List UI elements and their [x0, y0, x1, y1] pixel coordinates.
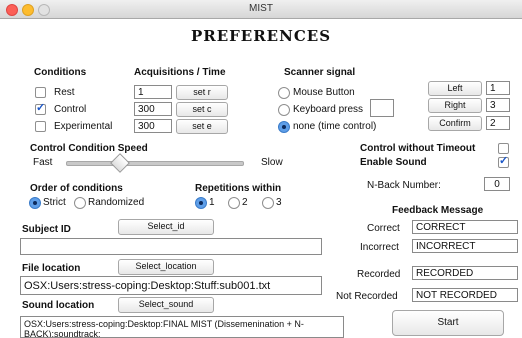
- speed-heading: Control Condition Speed: [30, 143, 148, 154]
- feedback-recorded-label: Recorded: [357, 269, 401, 280]
- none-time-control-radio[interactable]: [278, 121, 290, 133]
- speed-slider-thumb[interactable]: [109, 153, 130, 173]
- control-without-timeout-checkbox[interactable]: [498, 143, 509, 154]
- speed-slow-label: Slow: [261, 157, 283, 168]
- strict-label: Strict: [43, 197, 66, 208]
- repetition-1-label: 1: [209, 197, 215, 208]
- repetition-2-label: 2: [242, 197, 248, 208]
- right-key-field[interactable]: 3: [486, 98, 510, 112]
- randomized-radio[interactable]: [74, 197, 86, 209]
- title-bar: MIST: [0, 0, 522, 19]
- start-button[interactable]: Start: [392, 310, 504, 336]
- feedback-recorded-field[interactable]: RECORDED: [412, 266, 518, 280]
- keyboard-key-field[interactable]: [370, 99, 394, 117]
- keyboard-press-label: Keyboard press: [293, 104, 364, 115]
- control-checkbox[interactable]: [35, 101, 46, 115]
- subject-id-field[interactable]: [20, 238, 322, 255]
- subject-id-label: Subject ID: [22, 224, 71, 235]
- repetition-3-label: 3: [276, 197, 282, 208]
- strict-radio[interactable]: [29, 197, 41, 209]
- speed-slider-track[interactable]: [66, 161, 244, 166]
- select-id-button[interactable]: Select_id: [118, 219, 214, 235]
- conditions-heading: Conditions: [34, 67, 87, 78]
- file-location-label: File location: [22, 263, 81, 274]
- feedback-incorrect-label: Incorrect: [360, 242, 399, 253]
- left-key-button[interactable]: Left: [428, 81, 482, 96]
- page-title: PREFERENCES: [190, 27, 332, 45]
- control-acquisitions-field[interactable]: 300: [134, 102, 172, 116]
- order-heading: Order of conditions: [30, 183, 123, 194]
- acquisitions-heading: Acquisitions / Time: [134, 67, 226, 78]
- rest-checkbox[interactable]: [35, 87, 46, 98]
- sound-location-label: Sound location: [22, 300, 95, 311]
- feedback-correct-label: Correct: [367, 223, 400, 234]
- experimental-label: Experimental: [54, 121, 113, 132]
- confirm-key-button[interactable]: Confirm: [428, 116, 482, 131]
- experimental-checkbox[interactable]: [35, 121, 46, 132]
- experimental-acquisitions-field[interactable]: 300: [134, 119, 172, 133]
- none-time-control-label: none (time control): [293, 121, 377, 132]
- repetitions-heading: Repetitions within: [195, 183, 282, 194]
- enable-sound-checkbox[interactable]: [498, 154, 509, 168]
- left-key-field[interactable]: 1: [486, 81, 510, 95]
- select-location-button[interactable]: Select_location: [118, 259, 214, 275]
- select-sound-button[interactable]: Select_sound: [118, 297, 214, 313]
- repetition-2-radio[interactable]: [228, 197, 240, 209]
- nback-field[interactable]: 0: [484, 177, 510, 191]
- mouse-button-radio[interactable]: [278, 87, 290, 99]
- keyboard-press-radio[interactable]: [278, 104, 290, 116]
- file-location-field[interactable]: OSX:Users:stress-coping:Desktop:Stuff:su…: [20, 276, 322, 295]
- mouse-button-label: Mouse Button: [293, 87, 355, 98]
- enable-sound-label: Enable Sound: [360, 157, 427, 168]
- control-without-timeout-label: Control without Timeout: [360, 143, 476, 154]
- repetition-3-radio[interactable]: [262, 197, 274, 209]
- sound-location-field[interactable]: OSX:Users:stress-coping:Desktop:FINAL MI…: [20, 316, 344, 338]
- control-label: Control: [54, 104, 87, 115]
- repetition-1-radio[interactable]: [195, 197, 207, 209]
- window-title: MIST: [249, 3, 273, 14]
- feedback-correct-field[interactable]: CORRECT: [412, 220, 518, 234]
- set-experimental-button[interactable]: set e: [176, 119, 228, 134]
- feedback-incorrect-field[interactable]: INCORRECT: [412, 239, 518, 253]
- rest-label: Rest: [54, 87, 75, 98]
- rest-acquisitions-field[interactable]: 1: [134, 85, 172, 99]
- set-rest-button[interactable]: set r: [176, 85, 228, 100]
- speed-fast-label: Fast: [33, 157, 53, 168]
- feedback-not-recorded-field[interactable]: NOT RECORDED: [412, 288, 518, 302]
- right-key-button[interactable]: Right: [428, 98, 482, 113]
- feedback-not-recorded-label: Not Recorded: [336, 291, 398, 302]
- randomized-label: Randomized: [88, 197, 145, 208]
- confirm-key-field[interactable]: 2: [486, 116, 510, 130]
- set-control-button[interactable]: set c: [176, 102, 228, 117]
- scanner-signal-heading: Scanner signal: [284, 67, 356, 78]
- feedback-heading: Feedback Message: [392, 205, 484, 216]
- nback-label: N-Back Number:: [367, 180, 441, 191]
